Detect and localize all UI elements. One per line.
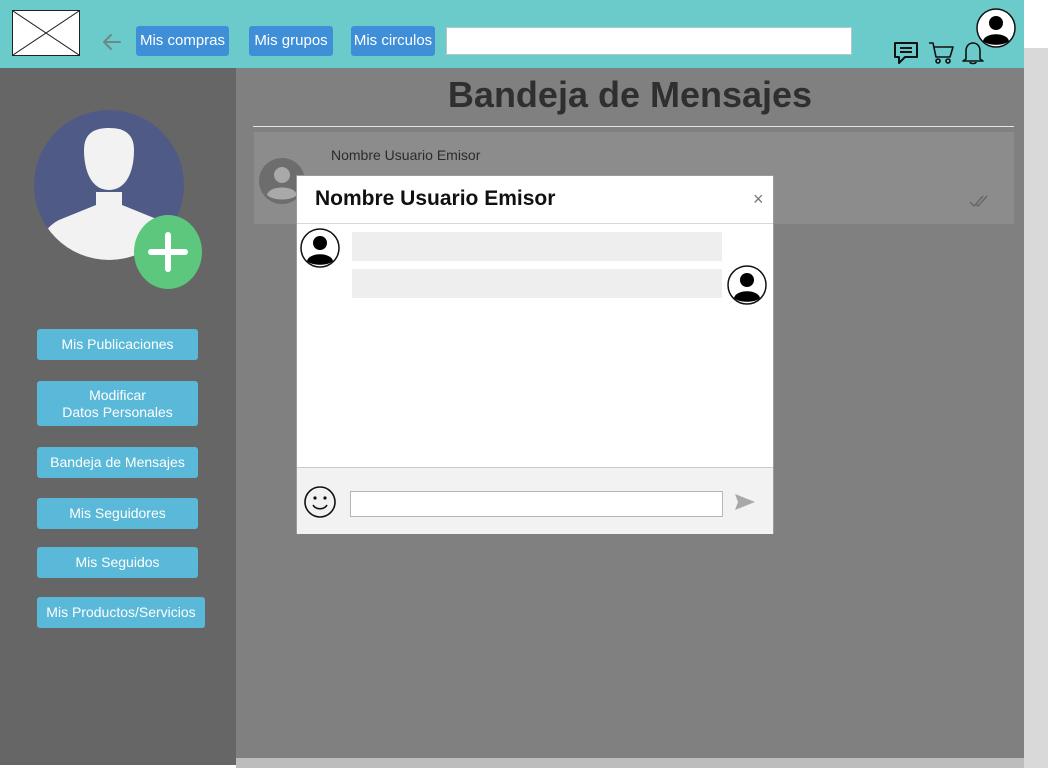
cart-icon[interactable] <box>928 40 956 71</box>
sidebar-item-mis-productos[interactable]: Mis Productos/Servicios <box>37 597 205 628</box>
sidebar-item-bandeja-mensajes[interactable]: Bandeja de Mensajes <box>37 447 198 478</box>
send-icon[interactable] <box>733 491 757 513</box>
close-icon[interactable]: × <box>753 189 764 210</box>
sidebar-item-mis-publicaciones[interactable]: Mis Publicaciones <box>37 329 198 360</box>
emoji-icon[interactable] <box>303 485 337 519</box>
modal-header-divider <box>297 223 773 224</box>
sidebar-item-mis-seguidos[interactable]: Mis Seguidos <box>37 547 198 578</box>
title-divider <box>253 126 1014 127</box>
modal-title: Nombre Usuario Emisor <box>315 187 556 210</box>
logo-placeholder-icon[interactable] <box>12 10 80 56</box>
user-avatar-icon[interactable] <box>976 8 1016 48</box>
right-gutter <box>1024 48 1048 768</box>
contact-avatar-icon <box>300 228 340 268</box>
sent-message-bubble <box>352 269 722 298</box>
sidebar: Mis Publicaciones Modificar Datos Person… <box>0 68 236 765</box>
message-input[interactable] <box>350 491 723 517</box>
main-bottom-strip <box>236 758 1024 768</box>
add-photo-icon[interactable] <box>134 215 202 289</box>
message-sender-name: Nombre Usuario Emisor <box>331 147 481 163</box>
nav-mis-circulos-button[interactable]: Mis circulos <box>351 26 435 56</box>
chat-modal: Nombre Usuario Emisor × <box>296 175 774 534</box>
sidebar-item-modificar-datos[interactable]: Modificar Datos Personales <box>37 381 198 426</box>
message-input-bar <box>297 467 773 534</box>
page-title: Bandeja de Mensajes <box>447 74 813 115</box>
nav-mis-compras-button[interactable]: Mis compras <box>136 26 229 56</box>
nav-mis-grupos-button[interactable]: Mis grupos <box>249 26 333 56</box>
search-input[interactable] <box>446 27 852 55</box>
chat-icon[interactable] <box>892 40 920 71</box>
received-message-bubble <box>352 232 722 261</box>
sidebar-item-mis-seguidores[interactable]: Mis Seguidores <box>37 498 198 529</box>
own-avatar-icon <box>727 265 767 305</box>
top-header: Mis compras Mis grupos Mis circulos <box>0 0 1024 68</box>
back-arrow-icon[interactable] <box>100 30 124 54</box>
double-check-icon <box>968 193 992 214</box>
